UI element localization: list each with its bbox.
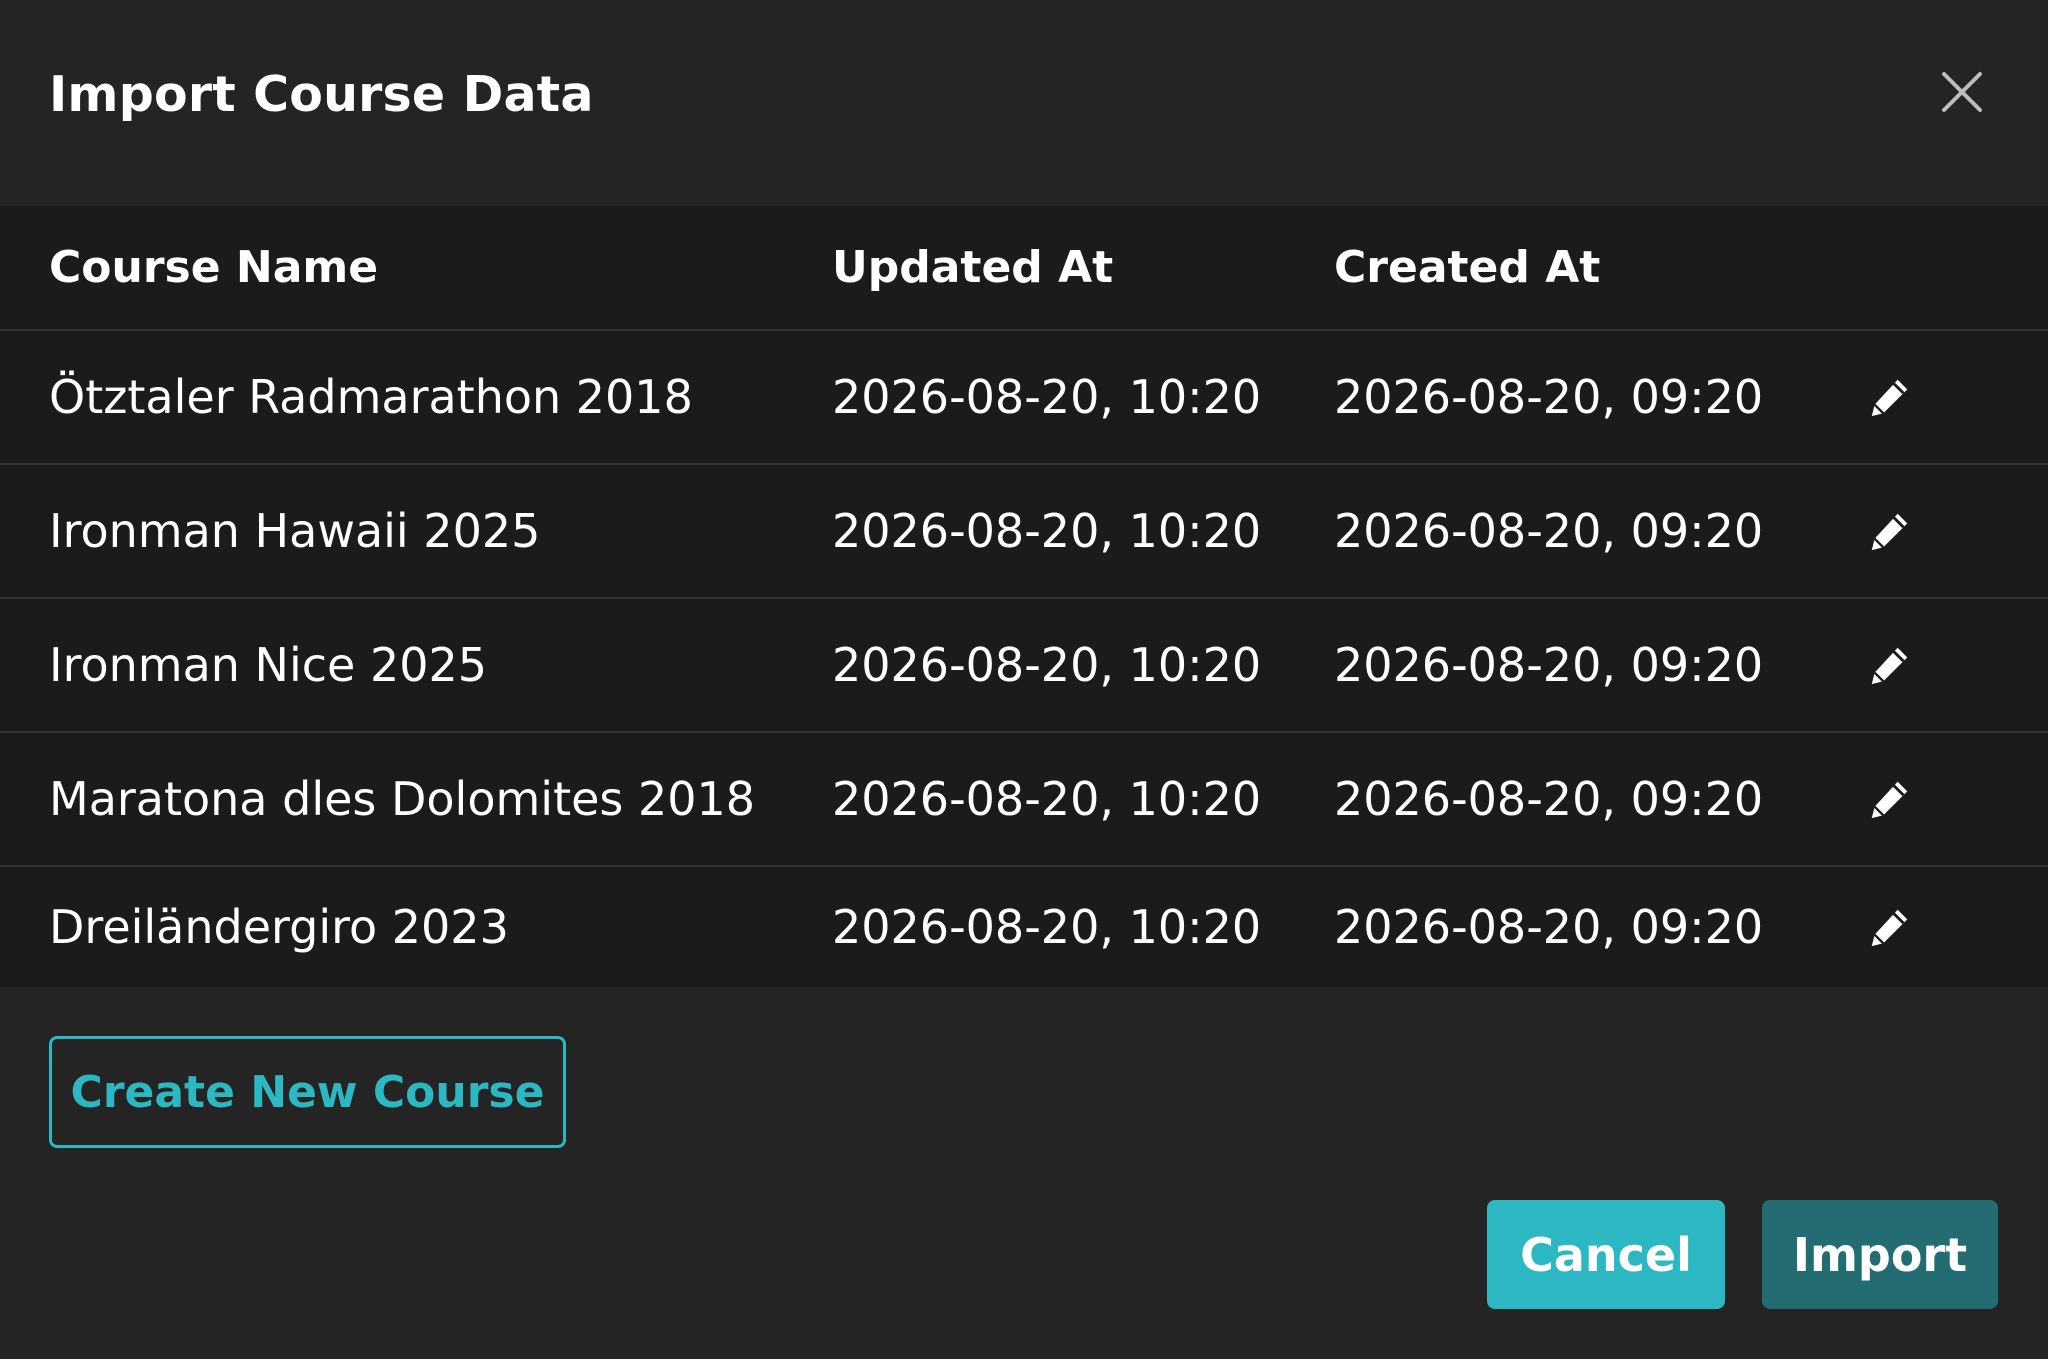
dialog-title: Import Course Data — [49, 66, 594, 123]
table-row[interactable]: Ötztaler Radmarathon 2018 2026-08-20, 10… — [0, 331, 2048, 465]
course-table: Course Name Updated At Created At Ötztal… — [0, 206, 2048, 987]
pencil-icon[interactable] — [1866, 733, 1914, 865]
course-name-cell: Maratona dles Dolomites 2018 — [49, 772, 756, 826]
table-header: Course Name Updated At Created At — [0, 206, 2048, 331]
updated-at-cell: 2026-08-20, 10:20 — [832, 370, 1262, 424]
created-at-cell: 2026-08-20, 09:20 — [1334, 504, 1764, 558]
import-button[interactable]: Import — [1762, 1200, 1998, 1309]
course-name-cell: Ironman Hawaii 2025 — [49, 504, 541, 558]
updated-at-cell: 2026-08-20, 10:20 — [832, 504, 1262, 558]
course-name-cell: Ötztaler Radmarathon 2018 — [49, 370, 693, 424]
import-course-dialog: Import Course Data Course Name Updated A… — [0, 0, 2048, 1359]
updated-at-cell: 2026-08-20, 10:20 — [832, 772, 1262, 826]
created-at-cell: 2026-08-20, 09:20 — [1334, 772, 1764, 826]
table-row[interactable]: Ironman Nice 2025 2026-08-20, 10:20 2026… — [0, 599, 2048, 733]
course-name-cell: Ironman Nice 2025 — [49, 638, 488, 692]
pencil-icon[interactable] — [1866, 465, 1914, 597]
pencil-icon[interactable] — [1866, 599, 1914, 731]
updated-at-cell: 2026-08-20, 10:20 — [832, 900, 1262, 954]
table-row[interactable]: Maratona dles Dolomites 2018 2026-08-20,… — [0, 733, 2048, 867]
header-created-at: Created At — [1334, 242, 1601, 293]
created-at-cell: 2026-08-20, 09:20 — [1334, 370, 1764, 424]
close-button[interactable] — [1938, 68, 1986, 116]
pencil-icon[interactable] — [1866, 331, 1914, 463]
course-name-cell: Dreiländergiro 2023 — [49, 900, 509, 954]
updated-at-cell: 2026-08-20, 10:20 — [832, 638, 1262, 692]
table-row[interactable]: Ironman Hawaii 2025 2026-08-20, 10:20 20… — [0, 465, 2048, 599]
header-course-name: Course Name — [49, 242, 379, 293]
pencil-icon[interactable] — [1866, 867, 1914, 987]
created-at-cell: 2026-08-20, 09:20 — [1334, 900, 1764, 954]
close-icon — [1938, 68, 1986, 116]
cancel-button[interactable]: Cancel — [1487, 1200, 1725, 1309]
created-at-cell: 2026-08-20, 09:20 — [1334, 638, 1764, 692]
create-new-course-button[interactable]: Create New Course — [49, 1036, 566, 1148]
table-row[interactable]: Dreiländergiro 2023 2026-08-20, 10:20 20… — [0, 867, 2048, 987]
header-updated-at: Updated At — [832, 242, 1114, 293]
